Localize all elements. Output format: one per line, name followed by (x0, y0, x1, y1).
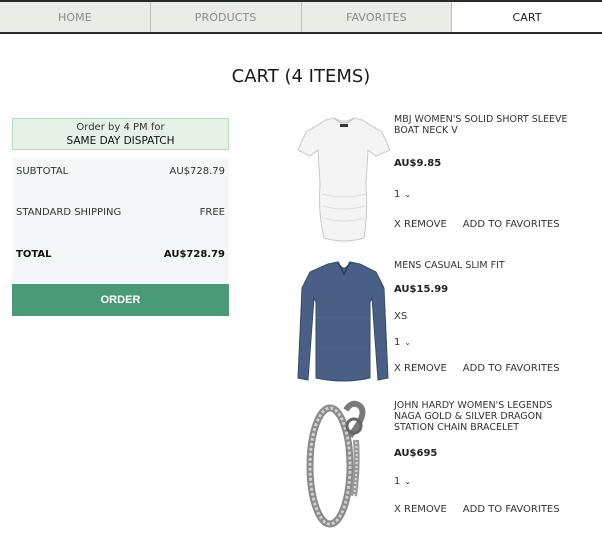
tab-home[interactable]: HOME (0, 2, 151, 32)
totals-panel: SUBTOTAL AU$728.79 STANDARD SHIPPING FRE… (12, 158, 229, 284)
remove-button[interactable]: X REMOVE (394, 219, 447, 230)
subtotal-value: AU$728.79 (169, 166, 225, 177)
tab-cart[interactable]: CART (452, 2, 602, 32)
quantity-value: 1 (394, 476, 401, 487)
chevron-down-icon: ⌄ (404, 338, 412, 347)
item-price: AU$695 (394, 448, 438, 459)
item-name[interactable]: MBJ WOMEN'S SOLID SHORT SLEEVE BOAT NECK… (394, 114, 594, 136)
tab-favorites[interactable]: FAVORITES (302, 2, 453, 32)
shipping-label: STANDARD SHIPPING (16, 207, 122, 218)
remove-button[interactable]: X REMOVE (394, 504, 447, 515)
white-tshirt-icon[interactable] (296, 114, 392, 248)
item-info: MBJ WOMEN'S SOLID SHORT SLEEVE BOAT NECK… (394, 114, 594, 230)
item-price: AU$9.85 (394, 158, 442, 169)
quantity-value: 1 (394, 189, 401, 200)
item-actions: X REMOVE ADD TO FAVORITES (394, 363, 560, 374)
total-row: TOTAL AU$728.79 (16, 249, 225, 260)
quantity-select[interactable]: 1 ⌄ (394, 189, 411, 200)
dispatch-banner: Order by 4 PM for SAME DAY DISPATCH (12, 118, 229, 150)
shipping-value: FREE (199, 207, 225, 218)
order-summary: Order by 4 PM for SAME DAY DISPATCH SUBT… (12, 118, 229, 316)
top-nav: HOME PRODUCTS FAVORITES CART (0, 0, 602, 34)
chevron-down-icon: ⌄ (404, 190, 412, 199)
item-size: XS (394, 311, 408, 322)
page-title: CART (4 ITEMS) (231, 66, 371, 87)
cart-item: JOHN HARDY WOMEN'S LEGENDS NAGA GOLD & S… (296, 396, 596, 530)
shipping-row: STANDARD SHIPPING FREE (16, 207, 225, 218)
dispatch-notice: Order by 4 PM for (76, 121, 165, 133)
add-to-favorites-button[interactable]: ADD TO FAVORITES (463, 363, 560, 374)
dragon-bracelet-icon[interactable] (296, 396, 392, 532)
order-button[interactable]: ORDER (12, 284, 229, 316)
quantity-select[interactable]: 1 ⌄ (394, 337, 411, 348)
quantity-select[interactable]: 1 ⌄ (394, 476, 411, 487)
cart-item: MBJ WOMEN'S SOLID SHORT SLEEVE BOAT NECK… (296, 114, 596, 246)
item-price: AU$15.99 (394, 284, 449, 295)
blue-longsleeve-icon[interactable] (296, 258, 392, 390)
item-name[interactable]: JOHN HARDY WOMEN'S LEGENDS NAGA GOLD & S… (394, 400, 564, 433)
dispatch-title: SAME DAY DISPATCH (66, 134, 175, 147)
item-actions: X REMOVE ADD TO FAVORITES (394, 504, 560, 515)
subtotal-label: SUBTOTAL (16, 166, 69, 177)
cart-item: MENS CASUAL SLIM FIT AU$15.99 XS 1 ⌄ X R… (296, 256, 596, 388)
item-actions: X REMOVE ADD TO FAVORITES (394, 219, 560, 230)
total-value: AU$728.79 (163, 249, 225, 260)
add-to-favorites-button[interactable]: ADD TO FAVORITES (463, 504, 560, 515)
total-label: TOTAL (16, 249, 52, 260)
subtotal-row: SUBTOTAL AU$728.79 (16, 166, 225, 177)
chevron-down-icon: ⌄ (404, 477, 412, 486)
quantity-value: 1 (394, 337, 401, 348)
item-name[interactable]: MENS CASUAL SLIM FIT (394, 260, 505, 271)
tab-products[interactable]: PRODUCTS (151, 2, 302, 32)
remove-button[interactable]: X REMOVE (394, 363, 447, 374)
add-to-favorites-button[interactable]: ADD TO FAVORITES (463, 219, 560, 230)
